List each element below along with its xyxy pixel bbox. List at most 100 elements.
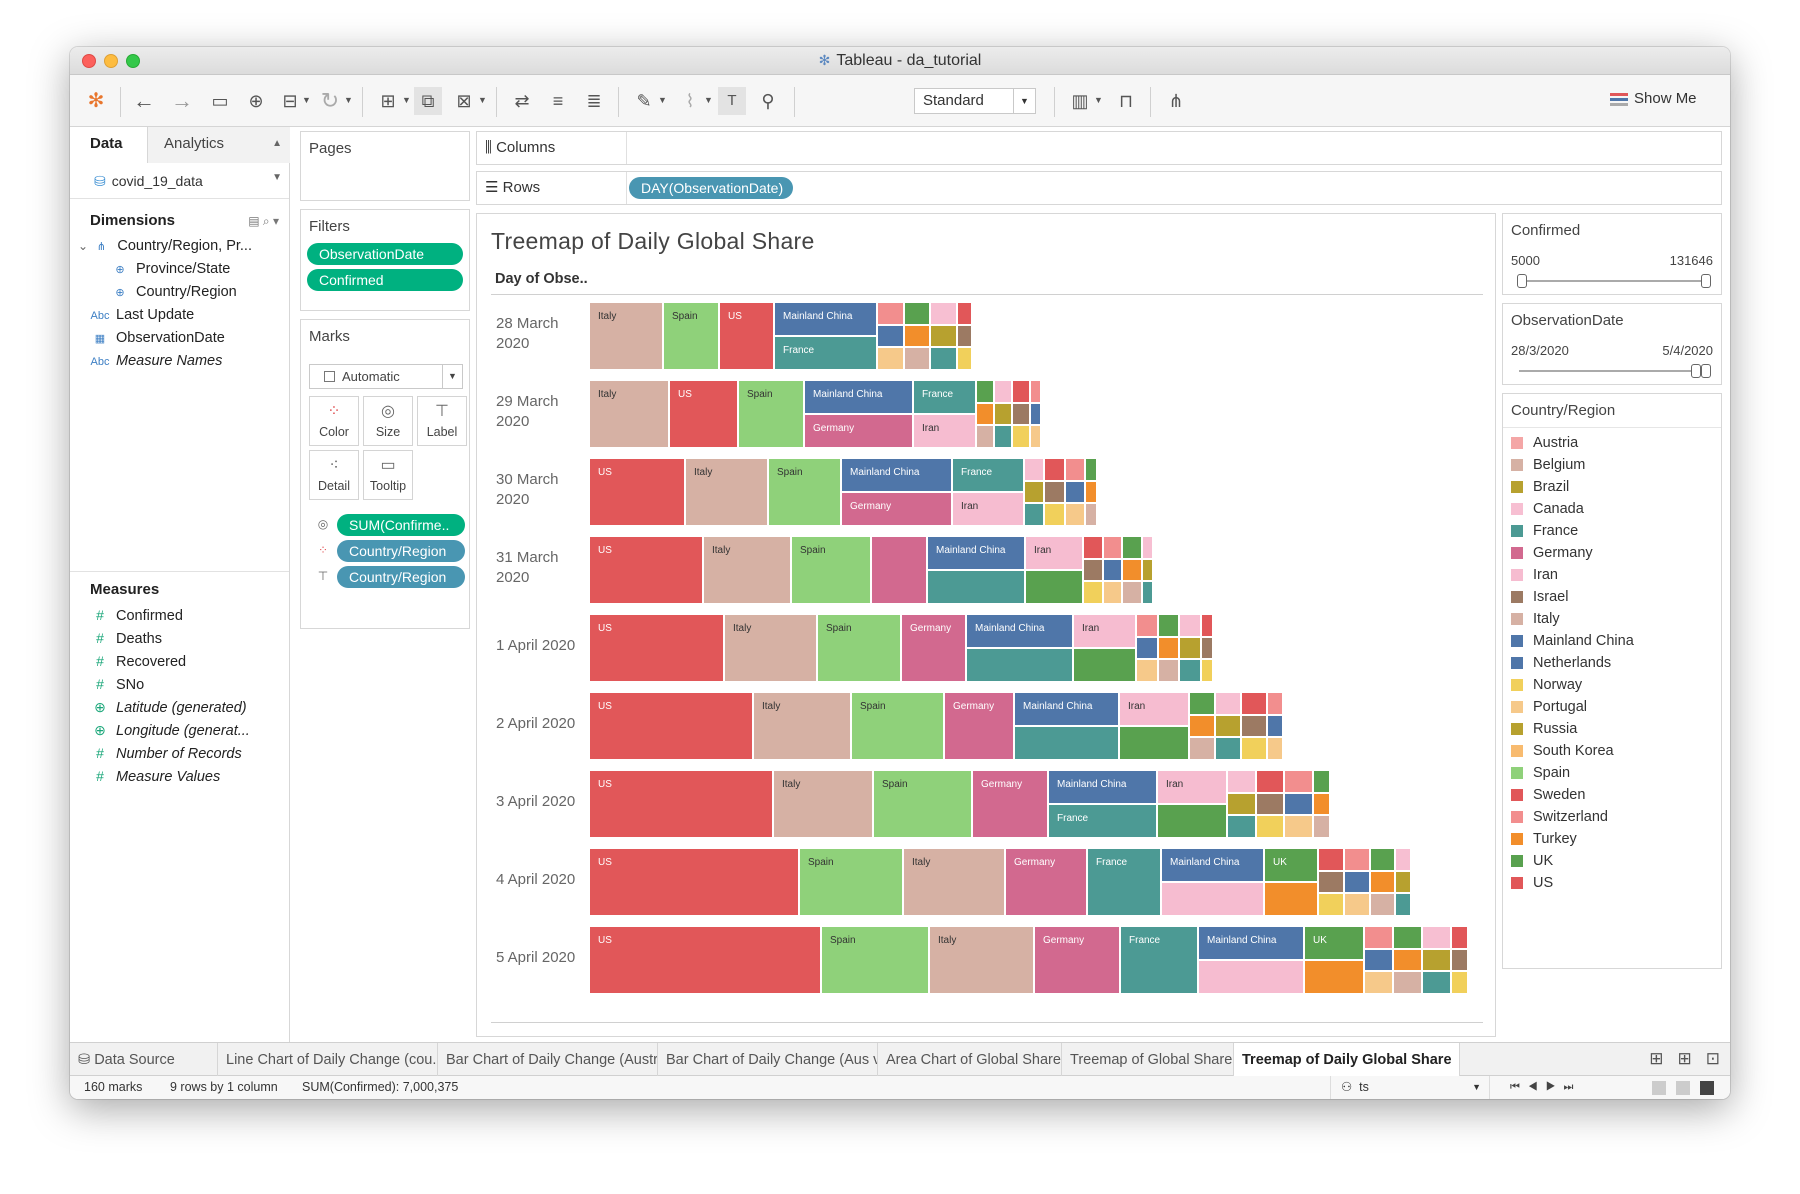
treemap-cell[interactable]: [1364, 926, 1393, 949]
treemap-cell[interactable]: Germany: [1005, 848, 1087, 916]
filters-shelf[interactable]: Filters ObservationDate Confirmed: [300, 209, 470, 311]
tab-data[interactable]: Data: [70, 127, 148, 163]
treemap-cell[interactable]: [1343, 870, 1370, 894]
treemap-cell[interactable]: [1451, 926, 1469, 949]
treemap-cell[interactable]: [1393, 948, 1422, 972]
group-members-icon[interactable]: ⌇: [676, 87, 704, 115]
legend-item[interactable]: Turkey: [1503, 828, 1721, 850]
treemap-cell[interactable]: [1200, 659, 1214, 682]
treemap-cell[interactable]: [1369, 870, 1396, 894]
measure-field[interactable]: # Recovered: [70, 650, 289, 673]
treemap-cell[interactable]: [976, 425, 994, 448]
treemap-cell[interactable]: [994, 425, 1012, 448]
treemap-cell[interactable]: Iran: [913, 414, 976, 448]
treemap-cell[interactable]: [1141, 581, 1154, 604]
treemap-cell[interactable]: [1393, 926, 1422, 949]
treemap-cell[interactable]: [1267, 692, 1283, 715]
new-datasource-icon[interactable]: ⊕: [242, 87, 270, 115]
show-cards-caret-icon[interactable]: ▼: [1094, 95, 1103, 105]
grid-view-icon[interactable]: [1652, 1081, 1666, 1095]
treemap-cell[interactable]: [1364, 948, 1393, 972]
treemap-cell[interactable]: [877, 302, 904, 325]
legend-item[interactable]: Iran: [1503, 564, 1721, 586]
treemap-cell[interactable]: Mainland China: [1161, 848, 1264, 882]
dimension-field[interactable]: ⌄ ⋔ Country/Region, Pr...: [70, 235, 289, 258]
slider-max-handle[interactable]: [1701, 364, 1711, 378]
treemap-cell[interactable]: [1200, 614, 1214, 637]
dimension-field[interactable]: Abc Measure Names: [70, 350, 289, 373]
new-worksheet-caret-icon[interactable]: ▼: [402, 95, 411, 105]
new-worksheet-icon[interactable]: ⊞: [374, 87, 402, 115]
treemap-cell[interactable]: [1030, 425, 1041, 448]
treemap-cell[interactable]: [966, 648, 1073, 682]
legend-item[interactable]: Austria: [1503, 432, 1721, 454]
legend-item[interactable]: Italy: [1503, 608, 1721, 630]
fix-axes-icon[interactable]: ⚲: [754, 87, 782, 115]
treemap-cell[interactable]: US: [589, 692, 753, 760]
legend-item[interactable]: Canada: [1503, 498, 1721, 520]
treemap-cell[interactable]: [1157, 636, 1179, 660]
slider-max-handle[interactable]: [1701, 274, 1711, 288]
columns-shelf[interactable]: ⫼ Columns: [476, 131, 1722, 165]
legend-item[interactable]: Sweden: [1503, 784, 1721, 806]
treemap-cell[interactable]: Spain: [768, 458, 841, 526]
legend-item[interactable]: Spain: [1503, 762, 1721, 784]
legend-item[interactable]: South Korea: [1503, 740, 1721, 762]
treemap-cell[interactable]: [930, 324, 957, 348]
treemap-cell[interactable]: [1083, 536, 1103, 559]
show-cards-icon[interactable]: ▥: [1066, 87, 1094, 115]
treemap-cell[interactable]: Italy: [685, 458, 768, 526]
sheet-navigation[interactable]: ⏮◀▶⏭: [1510, 1076, 1581, 1099]
treemap-cell[interactable]: [1083, 581, 1103, 604]
country-color-pill[interactable]: Country/Region: [337, 540, 465, 562]
treemap-cell[interactable]: [1141, 536, 1154, 559]
pages-shelf[interactable]: Pages: [300, 131, 470, 201]
treemap-cell[interactable]: Italy: [589, 380, 669, 448]
detail-button[interactable]: ⁖ Detail: [309, 450, 359, 500]
filter-pill[interactable]: ObservationDate: [307, 243, 463, 265]
treemap-cell[interactable]: [1284, 815, 1313, 838]
redo-icon[interactable]: →: [168, 87, 196, 115]
treemap-cell[interactable]: [1318, 870, 1344, 894]
treemap-cell[interactable]: Spain: [873, 770, 972, 838]
sheet-tab[interactable]: Treemap of Daily Global Share: [1234, 1043, 1460, 1077]
treemap-cell[interactable]: [1267, 714, 1283, 738]
treemap-cell[interactable]: [994, 402, 1012, 426]
treemap-cell[interactable]: [1084, 480, 1097, 504]
measure-field[interactable]: # SNo: [70, 673, 289, 696]
treemap-cell[interactable]: [1200, 636, 1214, 660]
treemap-cell[interactable]: US: [669, 380, 738, 448]
treemap-cell[interactable]: [903, 347, 930, 370]
treemap-cell[interactable]: France: [1120, 926, 1198, 994]
treemap-cell[interactable]: [1136, 614, 1158, 637]
country-label-pill[interactable]: Country/Region: [337, 566, 465, 588]
treemap-cell[interactable]: [1136, 659, 1158, 682]
treemap-cell[interactable]: Mainland China: [966, 614, 1073, 648]
treemap-cell[interactable]: [1179, 659, 1201, 682]
treemap-cell[interactable]: [1267, 737, 1283, 760]
treemap-cell[interactable]: Mainland China: [1198, 926, 1304, 960]
chevron-down-icon[interactable]: ⌄: [78, 239, 91, 253]
sort-descending-icon[interactable]: ≣: [580, 87, 608, 115]
color-button[interactable]: ⁘ Color: [309, 396, 359, 446]
tableau-logo-icon[interactable]: ✻: [82, 87, 110, 115]
treemap-cell[interactable]: Italy: [589, 302, 663, 370]
treemap-cell[interactable]: US: [589, 536, 703, 604]
treemap-cell[interactable]: Mainland China: [774, 302, 877, 336]
measure-field[interactable]: # Number of Records: [70, 742, 289, 765]
treemap-cell[interactable]: [930, 302, 957, 325]
treemap-cell[interactable]: [1343, 893, 1370, 916]
treemap-cell[interactable]: [1024, 458, 1045, 481]
treemap-cell[interactable]: [1122, 558, 1142, 582]
treemap-cell[interactable]: [1044, 458, 1065, 481]
treemap-cell[interactable]: US: [589, 926, 821, 994]
dimension-field[interactable]: Abc Last Update: [70, 304, 289, 327]
treemap-cell[interactable]: [1241, 692, 1267, 715]
treemap-cell[interactable]: [1102, 558, 1122, 582]
new-dashboard-icon[interactable]: ⊞: [1678, 1049, 1692, 1068]
treemap-cell[interactable]: [927, 570, 1025, 604]
sheet-tab[interactable]: Treemap of Global Share: [1062, 1043, 1234, 1077]
treemap-cell[interactable]: [1318, 893, 1344, 916]
treemap-cell[interactable]: [1012, 425, 1030, 448]
treemap-cell[interactable]: Germany: [944, 692, 1014, 760]
